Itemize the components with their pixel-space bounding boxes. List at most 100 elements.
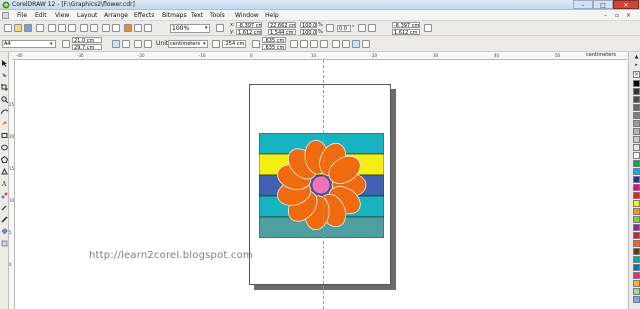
import-icon[interactable] [102, 24, 110, 32]
units-chevron-icon[interactable]: ▾ [203, 41, 206, 47]
minimize-button[interactable]: – [573, 0, 593, 9]
outline-tool-icon[interactable] [1, 216, 8, 223]
current-page-icon[interactable] [144, 40, 152, 48]
menu-edit[interactable]: Edit [35, 11, 47, 20]
page-options-icon[interactable] [362, 40, 370, 48]
duplicate-x-field[interactable]: .635 cm [262, 37, 286, 43]
color-swatch[interactable] [633, 296, 640, 303]
color-swatch[interactable] [633, 176, 640, 183]
nudge-offset-field[interactable]: .254 cm [222, 40, 246, 48]
crop-tool-icon[interactable] [1, 84, 8, 91]
palette-scroll-up-icon[interactable]: ▲ [632, 54, 640, 60]
apply-position-icon[interactable] [424, 24, 432, 32]
smart-fill-icon[interactable] [1, 120, 8, 127]
doc-close-button[interactable]: × [626, 11, 631, 20]
redo-icon[interactable] [90, 24, 98, 32]
position-y-field[interactable]: 1.612 cm [392, 29, 420, 35]
menu-arrange[interactable]: Arrange [104, 11, 128, 20]
color-swatch[interactable] [633, 152, 640, 159]
color-swatch[interactable] [633, 264, 640, 271]
snap-to-grid-icon[interactable] [290, 40, 298, 48]
flower-center[interactable] [311, 175, 331, 195]
color-swatch[interactable] [633, 280, 640, 287]
shape-tool-icon[interactable] [1, 72, 8, 79]
dynamic-guides-icon[interactable] [320, 40, 328, 48]
color-swatch[interactable] [633, 136, 640, 143]
page-height-field[interactable]: 29.7 cm [72, 44, 102, 50]
freehand-tool-icon[interactable] [1, 108, 8, 115]
color-swatch[interactable] [633, 88, 640, 95]
landscape-icon[interactable] [122, 40, 130, 48]
menu-tools[interactable]: Tools [210, 11, 225, 20]
options-icon[interactable] [342, 40, 350, 48]
menu-layout[interactable]: Layout [77, 11, 97, 20]
color-swatch[interactable] [633, 80, 640, 87]
x-position-field[interactable]: -8.397 cm [236, 22, 262, 28]
duplicate-y-field[interactable]: .635 cm [262, 44, 286, 50]
page-width-field[interactable]: 21.0 cm [72, 37, 102, 43]
menu-view[interactable]: View [55, 11, 69, 20]
paper-size-chevron-icon[interactable]: ▾ [50, 41, 53, 47]
copy-icon[interactable] [58, 24, 66, 32]
color-swatch[interactable] [633, 248, 640, 255]
color-swatch[interactable] [633, 112, 640, 119]
treat-as-filled-icon[interactable] [332, 40, 340, 48]
color-swatch[interactable] [633, 144, 640, 151]
interactive-blend-icon[interactable] [1, 192, 8, 199]
mirror-vertical-icon[interactable] [368, 24, 376, 32]
coreldraw-app-icon[interactable] [2, 1, 10, 9]
palette-flyout-icon[interactable]: ▸ [632, 62, 640, 68]
color-swatch[interactable] [633, 192, 640, 199]
color-swatch[interactable] [633, 216, 640, 223]
no-fill-swatch[interactable]: × [633, 71, 640, 78]
zoom-dropdown-chevron-icon[interactable]: ▾ [205, 25, 208, 31]
maximize-button[interactable]: □ [593, 0, 613, 9]
color-swatch[interactable] [633, 120, 640, 127]
menu-text[interactable]: Text [191, 11, 203, 20]
paper-size-select[interactable]: A4 [2, 40, 56, 48]
zoom-level-select[interactable]: 100% [170, 24, 210, 33]
color-swatch[interactable] [633, 104, 640, 111]
close-button[interactable]: ✕ [613, 0, 639, 9]
color-swatch[interactable] [633, 256, 640, 263]
interactive-fill-icon[interactable] [1, 240, 8, 247]
horizontal-ruler[interactable]: -40 -30 -20 -10 0 10 20 30 40 50 [13, 52, 627, 60]
rotation-angle-field[interactable]: 0.0 [337, 25, 351, 32]
polygon-tool-icon[interactable] [1, 156, 8, 163]
y-position-field[interactable]: 1.612 cm [236, 29, 262, 35]
menu-effects[interactable]: Effects [134, 11, 154, 20]
color-swatch[interactable] [633, 208, 640, 215]
welcome-screen-icon[interactable] [144, 24, 152, 32]
color-swatch[interactable] [633, 128, 640, 135]
color-swatch[interactable] [633, 160, 640, 167]
color-swatch[interactable] [633, 232, 640, 239]
object-width-field[interactable]: 22.662 cm [268, 22, 296, 28]
mirror-horizontal-icon[interactable] [358, 24, 366, 32]
zoom-tool-icon[interactable] [1, 96, 8, 103]
basic-shapes-icon[interactable] [1, 168, 8, 175]
ellipse-tool-icon[interactable] [1, 144, 8, 151]
new-icon[interactable] [4, 24, 12, 32]
drawing-units-icon[interactable] [352, 40, 360, 48]
scale-width-field[interactable]: 100.0 [300, 22, 317, 28]
menu-bitmaps[interactable]: Bitmaps [162, 11, 187, 20]
all-pages-icon[interactable] [134, 40, 142, 48]
fill-tool-icon[interactable] [1, 228, 8, 235]
color-swatch[interactable] [633, 168, 640, 175]
snap-to-icon[interactable] [216, 24, 224, 32]
vertical-guideline[interactable] [323, 60, 324, 309]
color-swatch[interactable] [633, 200, 640, 207]
paste-icon[interactable] [68, 24, 76, 32]
flower-artwork[interactable] [259, 133, 384, 238]
color-swatch[interactable] [633, 288, 640, 295]
menu-help[interactable]: Help [265, 11, 279, 20]
lock-ratio-icon[interactable] [326, 24, 334, 32]
export-icon[interactable] [112, 24, 120, 32]
doc-minimize-button[interactable]: – [604, 11, 607, 20]
text-tool-icon[interactable]: A [1, 180, 8, 187]
object-height-field[interactable]: 1.544 cm [268, 29, 296, 35]
corel-online-icon[interactable] [134, 24, 142, 32]
doc-restore-button[interactable]: ▫ [615, 11, 619, 20]
rectangle-tool-icon[interactable] [1, 132, 8, 139]
undo-icon[interactable] [80, 24, 88, 32]
